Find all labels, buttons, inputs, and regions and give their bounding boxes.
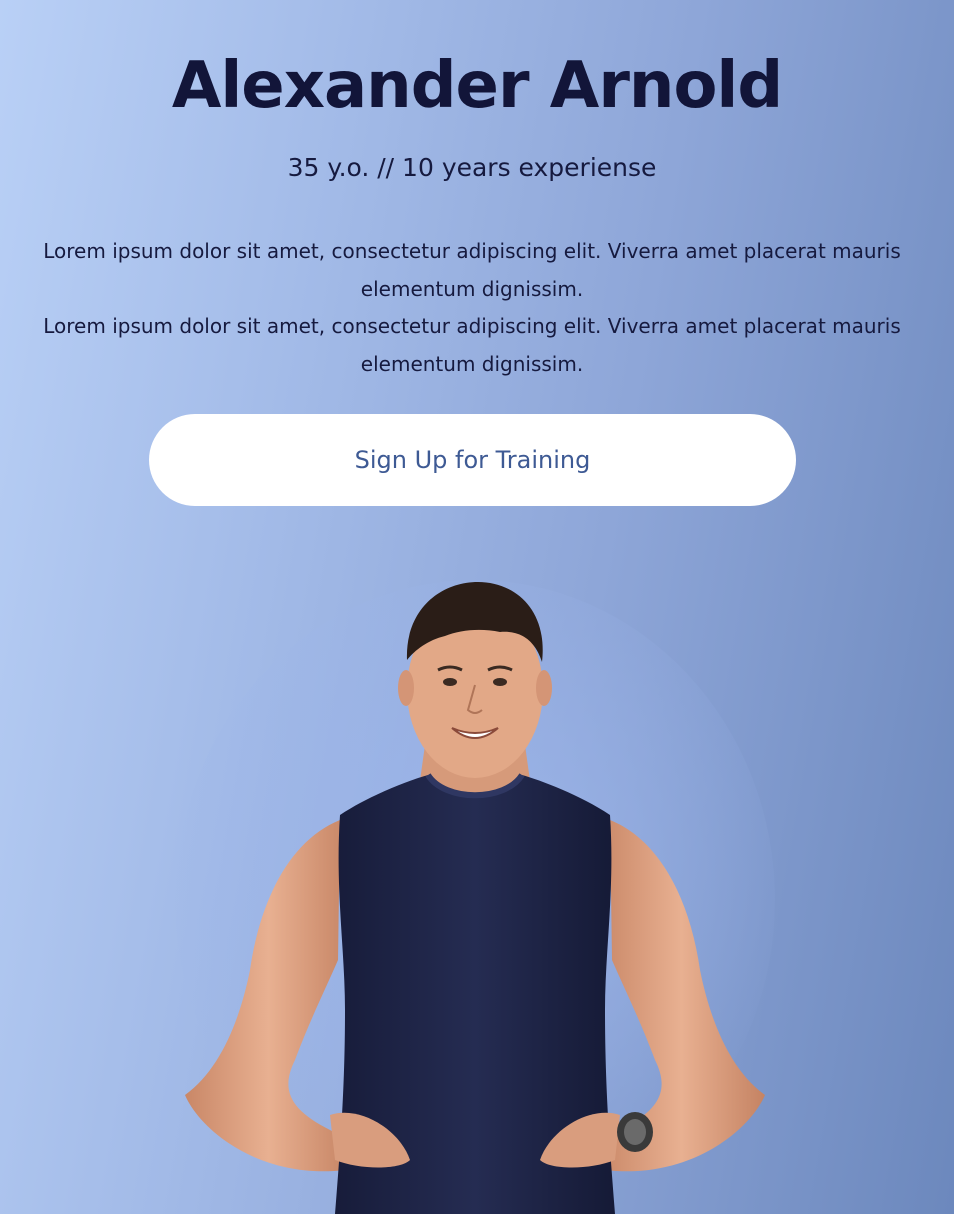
bio-paragraph-1: Lorem ipsum dolor sit amet, consectetur … <box>43 239 901 301</box>
trainer-portrait-image <box>175 580 775 1214</box>
trainer-bio: Lorem ipsum dolor sit amet, consectetur … <box>10 233 934 383</box>
bio-paragraph-2: Lorem ipsum dolor sit amet, consectetur … <box>43 314 901 376</box>
trainer-photo <box>160 570 790 1214</box>
trainer-name: Alexander Arnold <box>171 49 783 123</box>
trainer-meta: 35 y.o. // 10 years experiense <box>287 153 657 182</box>
sign-up-training-button[interactable]: Sign Up for Training <box>149 414 796 506</box>
